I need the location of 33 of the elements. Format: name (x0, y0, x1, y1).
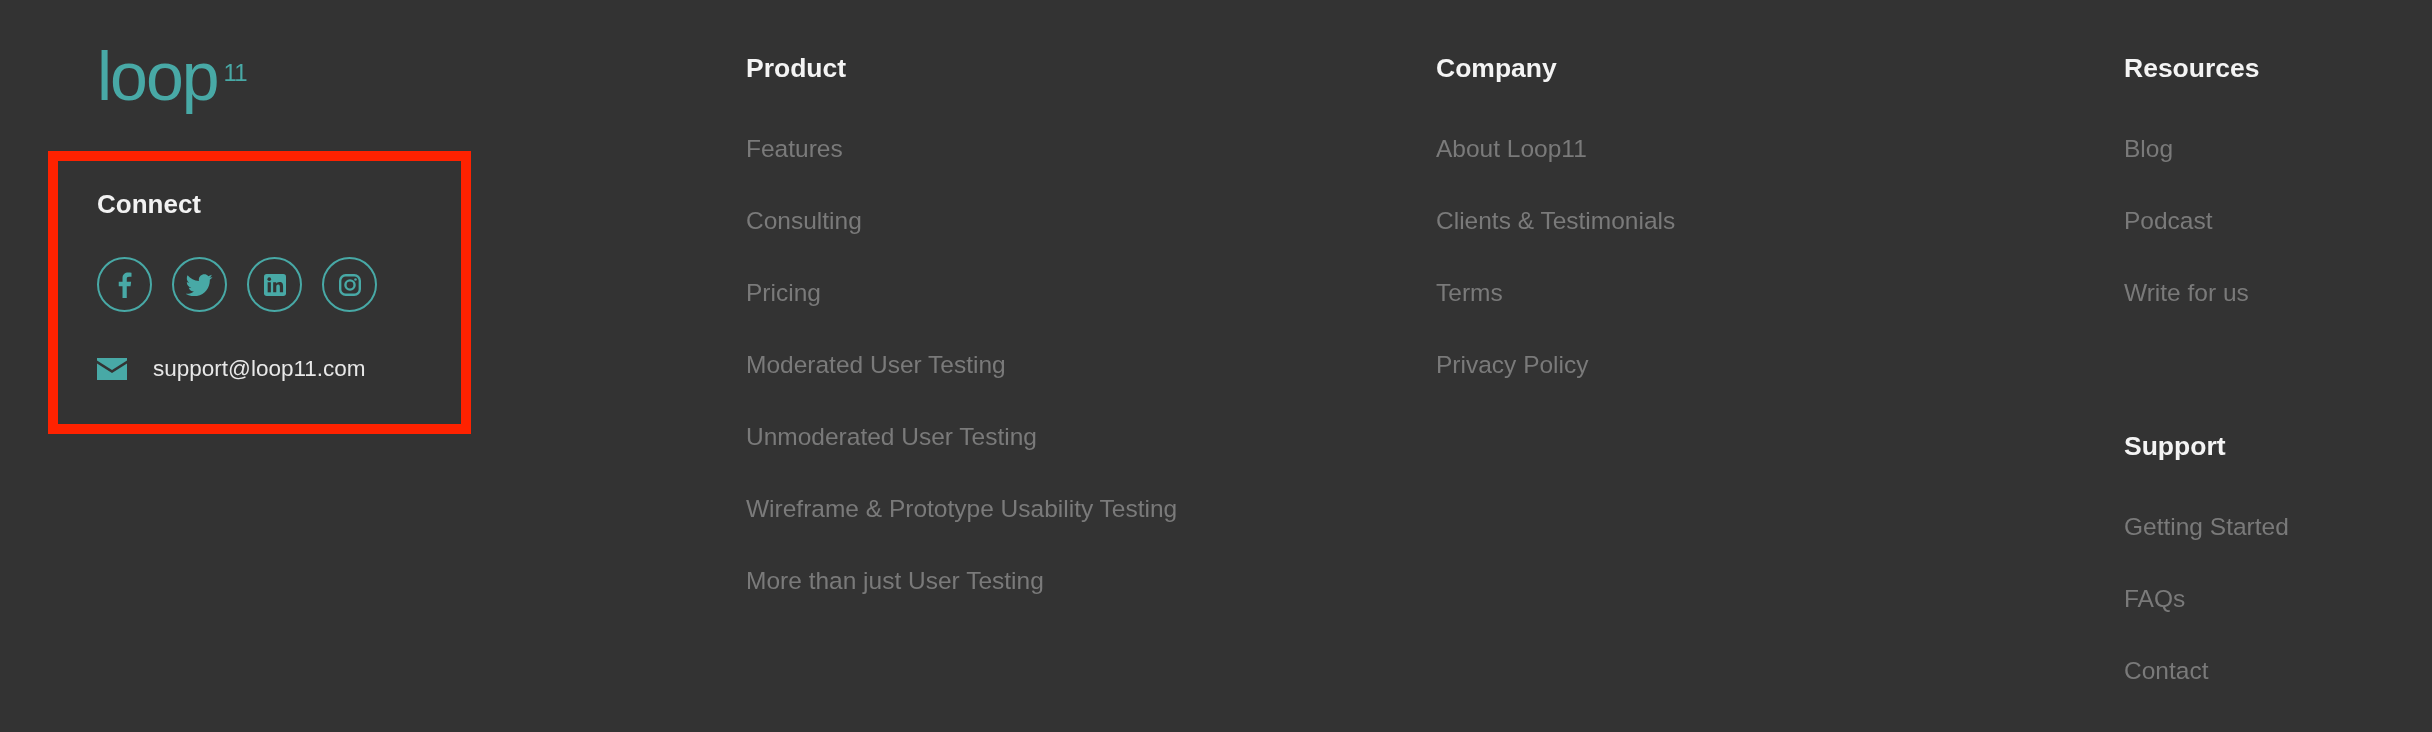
column-heading: Company (1436, 52, 1557, 84)
instagram-button[interactable] (322, 257, 377, 312)
footer-link[interactable]: Write for us (2124, 279, 2249, 307)
twitter-button[interactable] (172, 257, 227, 312)
footer-link[interactable]: Features (746, 135, 843, 163)
linkedin-icon (263, 273, 286, 296)
footer-link[interactable]: Wireframe & Prototype Usability Testing (746, 495, 1178, 523)
footer-link[interactable]: Podcast (2124, 207, 2213, 235)
facebook-icon (117, 271, 132, 298)
footer-link[interactable]: More than just User Testing (746, 567, 1044, 595)
footer-link[interactable]: Consulting (746, 207, 862, 235)
footer-link[interactable]: About Loop11 (1436, 135, 1587, 163)
instagram-icon (338, 273, 361, 296)
footer-link[interactable]: FAQs (2124, 585, 2186, 613)
footer-link[interactable]: Privacy Policy (1436, 351, 1589, 379)
envelope-icon (97, 358, 127, 380)
linkedin-button[interactable] (247, 257, 302, 312)
footer-link[interactable]: Unmoderated User Testing (746, 423, 1037, 451)
footer-link[interactable]: Moderated User Testing (746, 351, 1006, 379)
section-heading: Connect (97, 189, 201, 219)
footer-link[interactable]: Blog (2124, 135, 2174, 163)
footer-link[interactable]: Getting Started (2124, 513, 2289, 541)
email-link[interactable]: support@loop11.com (153, 356, 366, 382)
footer-link[interactable]: Pricing (746, 279, 821, 307)
twitter-icon (186, 273, 213, 296)
column-heading: Support (2124, 430, 2226, 462)
footer-link[interactable]: Clients & Testimonials (1436, 207, 1676, 235)
column-heading: Resources (2124, 52, 2260, 84)
footer-link[interactable]: Contact (2124, 657, 2209, 685)
facebook-button[interactable] (97, 257, 152, 312)
footer-link[interactable]: Terms (1436, 279, 1503, 307)
brand-logo[interactable]: loop$^{11}$ (97, 40, 251, 112)
column-heading: Product (746, 52, 847, 84)
